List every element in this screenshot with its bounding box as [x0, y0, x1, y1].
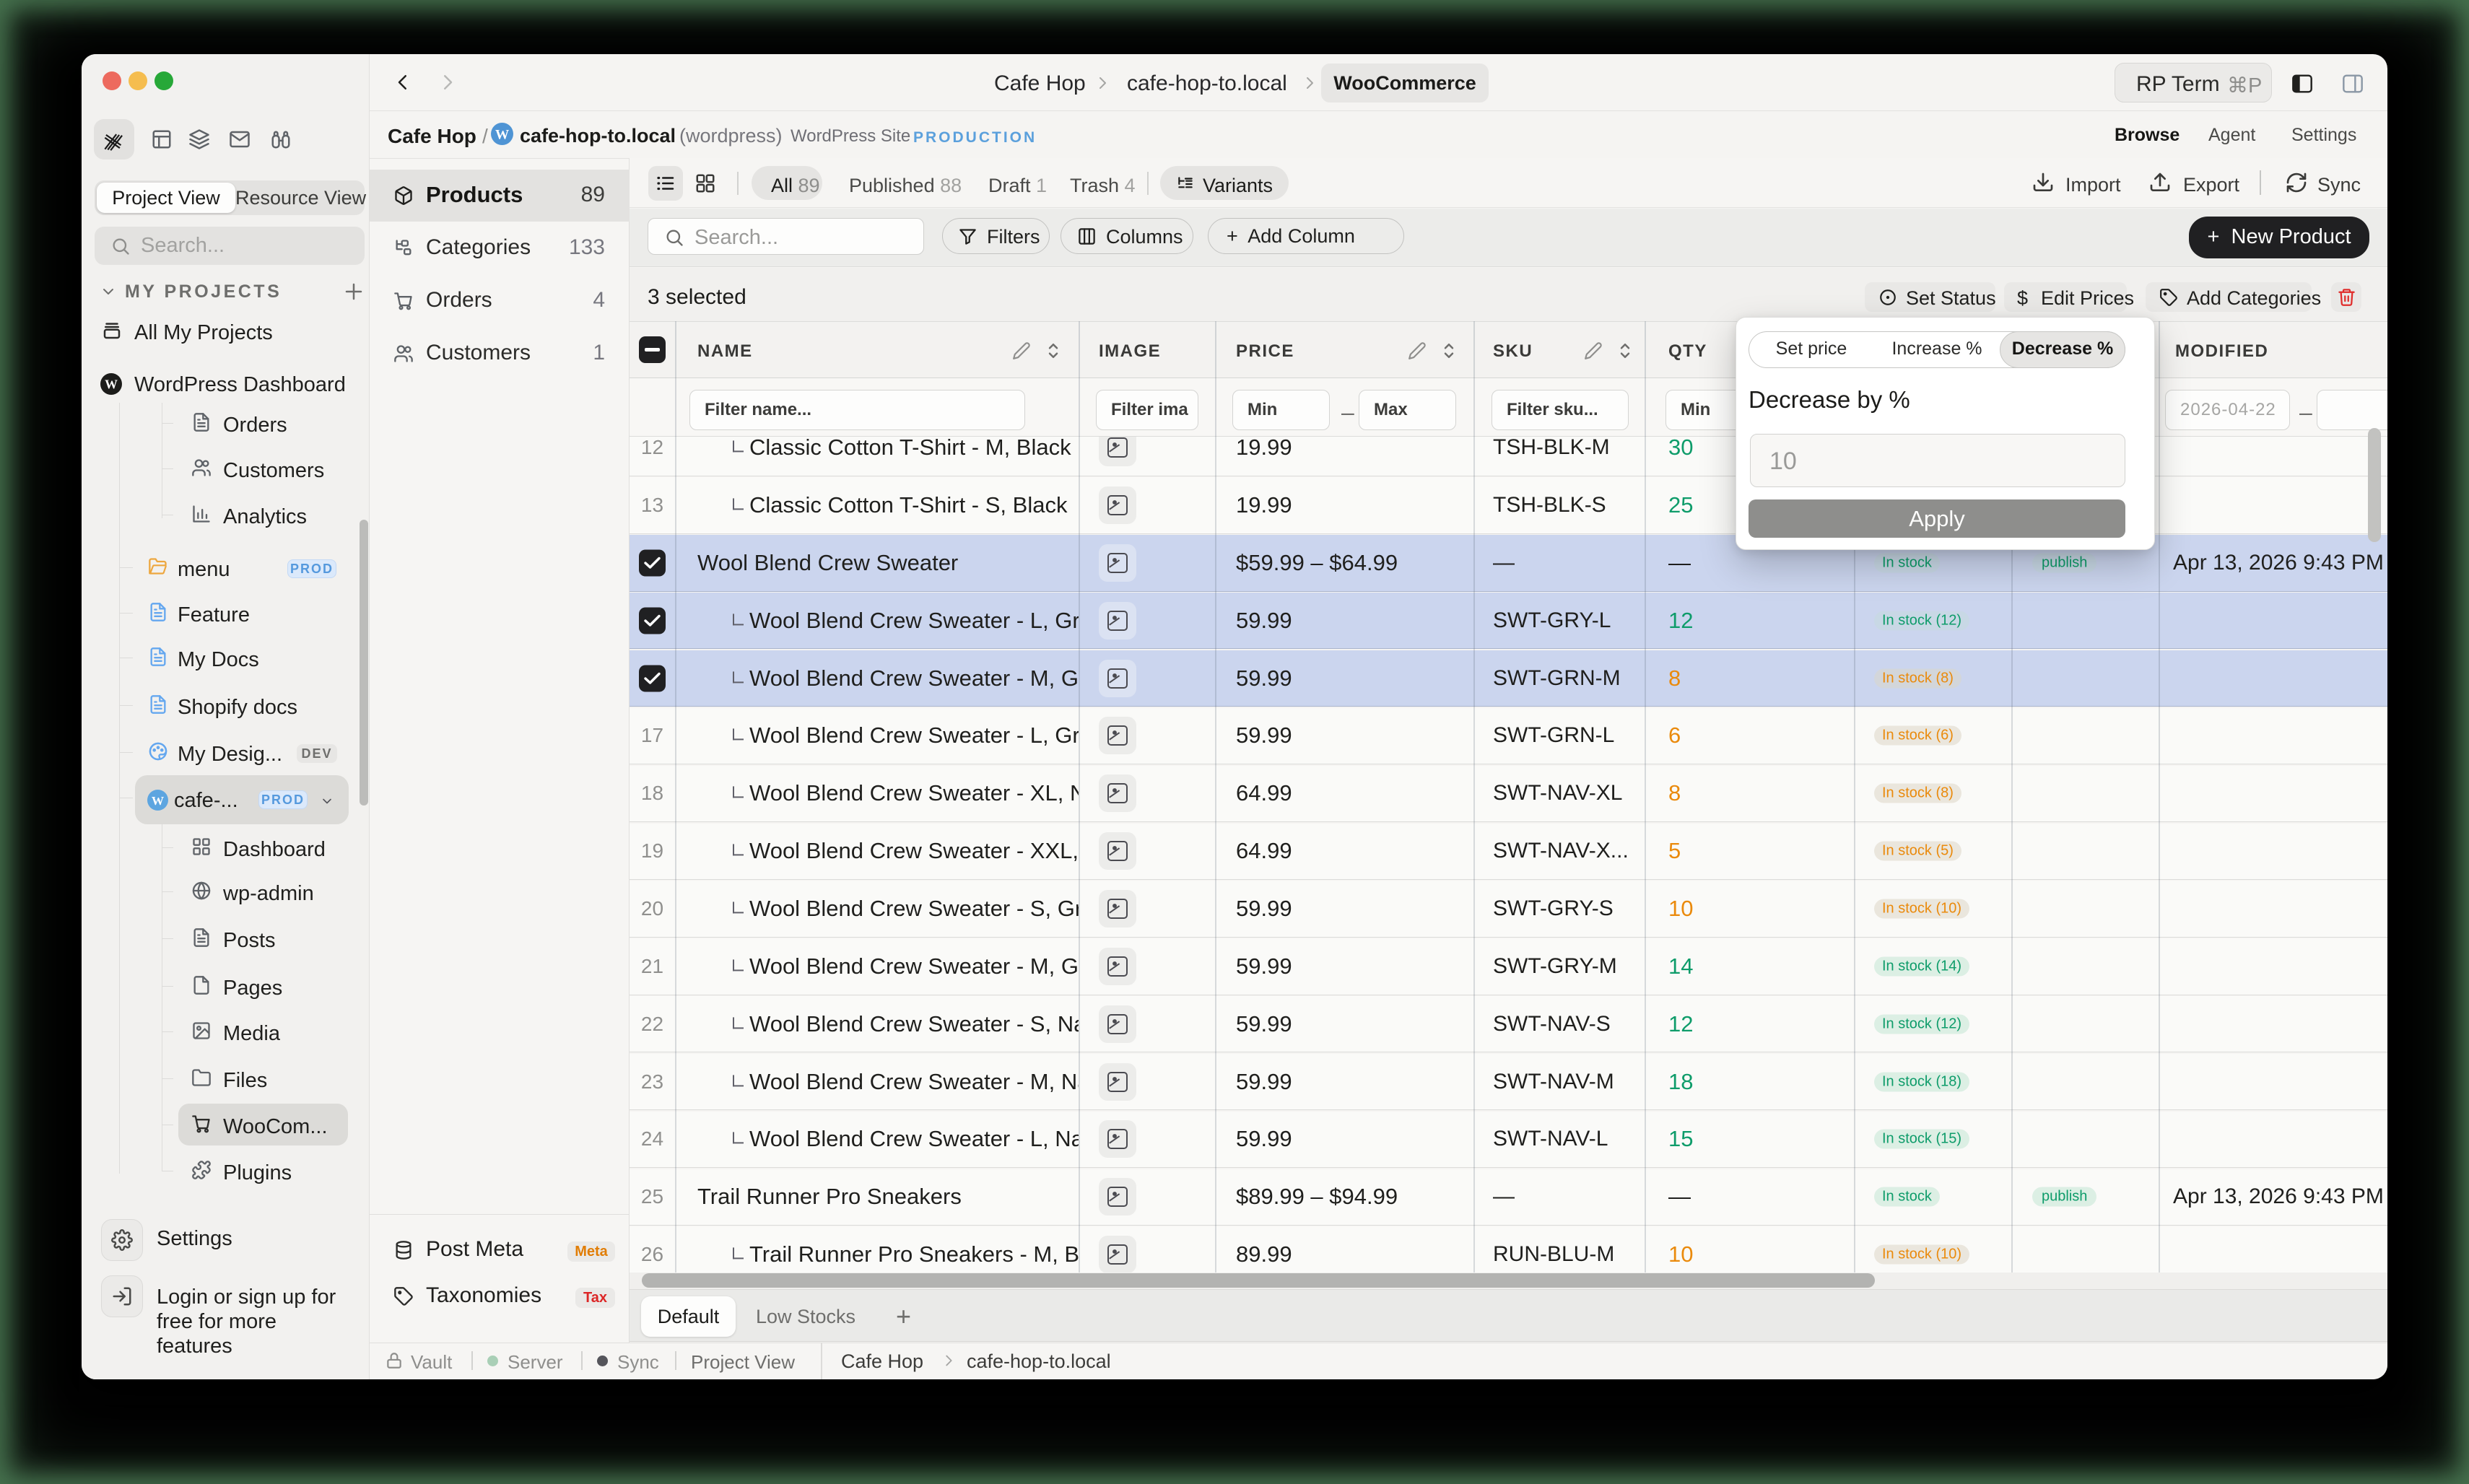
svg-text:W: W — [495, 127, 510, 142]
svg-text:W: W — [105, 377, 118, 392]
svg-text:W: W — [152, 794, 164, 808]
